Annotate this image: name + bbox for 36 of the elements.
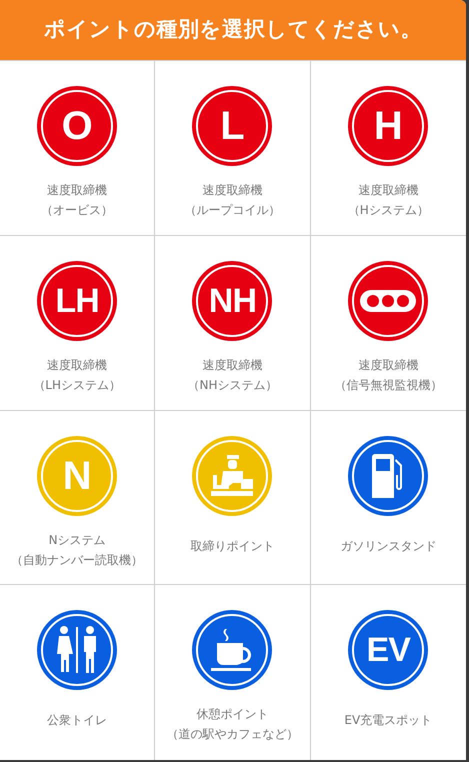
- option-label: （ループコイル）: [184, 202, 280, 219]
- point-type-option[interactable]: LH 速度取締機 （LHシステム）: [0, 236, 156, 410]
- option-label: （Hシステム）: [348, 202, 429, 219]
- signal-light-icon: [360, 290, 416, 312]
- letter-badge-icon: H: [348, 86, 428, 166]
- option-label: （自動ナンバー読取機）: [11, 552, 144, 568]
- option-label: 休憩ポイント: [196, 706, 268, 724]
- header-title: ポイントの種別を選択してください。: [44, 16, 422, 44]
- letter-badge-icon: O: [37, 86, 118, 166]
- option-label: 速度取締機: [47, 356, 108, 374]
- option-label: 速度取締機: [202, 182, 262, 199]
- option-label: （オービス）: [41, 202, 114, 219]
- letter-badge-icon: N: [37, 436, 118, 516]
- point-type-option[interactable]: N Nシステム （自動ナンバー読取機）: [0, 410, 156, 586]
- option-label: 速度取締機: [358, 182, 418, 199]
- option-label: ガソリンスタンド: [340, 538, 436, 554]
- option-label: EV充電スポット: [344, 712, 432, 730]
- letter-badge-icon: LH: [37, 260, 118, 341]
- option-label: （道の駅やカフェなど）: [166, 726, 298, 744]
- point-type-option[interactable]: O 速度取締機 （オービス）: [0, 61, 156, 236]
- option-label: （LHシステム）: [33, 376, 122, 394]
- option-label: 速度取締機: [358, 356, 418, 374]
- option-label: 公衆トイレ: [47, 712, 108, 730]
- option-label: 取締りポイント: [190, 538, 274, 554]
- letter-badge-icon: L: [192, 86, 272, 166]
- officer-at-desk-icon: [209, 452, 256, 498]
- point-type-option[interactable]: NH 速度取締機 （NHシステム）: [155, 236, 311, 410]
- letter-badge-icon: EV: [348, 610, 428, 690]
- option-label: 速度取締機: [47, 182, 108, 199]
- option-label: Nシステム: [48, 532, 106, 548]
- option-label: （信号無視監視機）: [334, 376, 442, 394]
- letter-badge-icon: NH: [192, 260, 272, 341]
- point-type-option[interactable]: L 速度取締機 （ループコイル）: [155, 61, 311, 236]
- point-type-option[interactable]: 取締りポイント: [155, 410, 311, 586]
- option-label: 速度取締機: [202, 356, 262, 374]
- option-label: （NHシステム）: [187, 376, 278, 394]
